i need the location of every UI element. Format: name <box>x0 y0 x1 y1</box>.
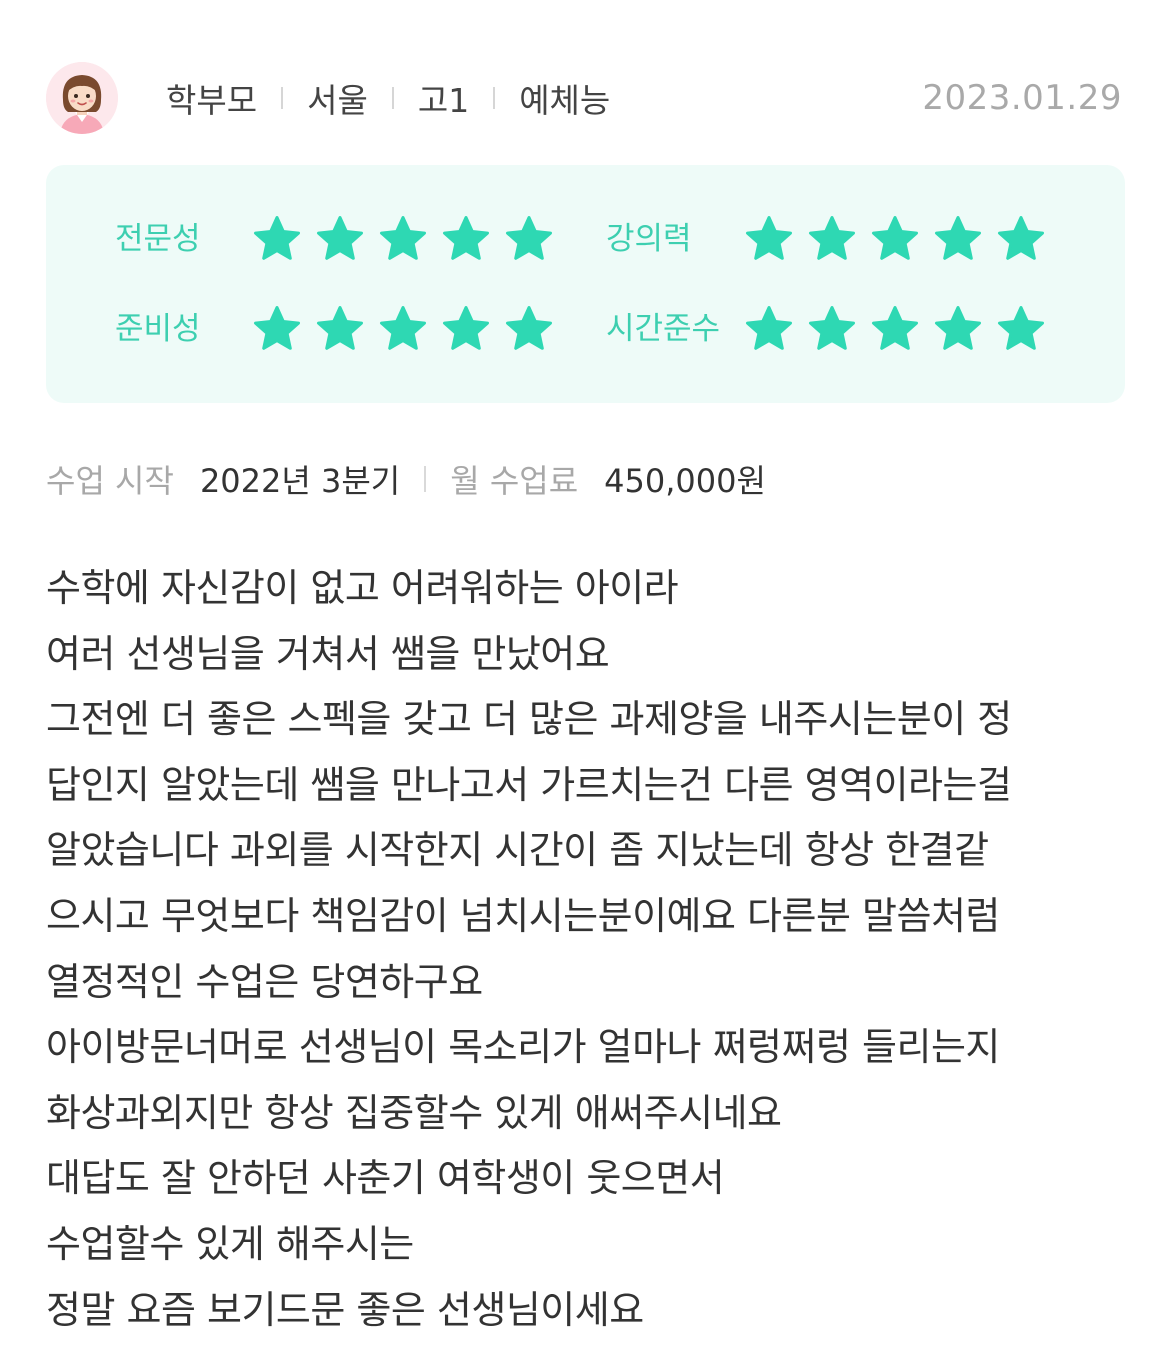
review-line: 수업할수 있게 해주시는 <box>46 1221 414 1266</box>
star-icon <box>441 214 491 264</box>
review-line: 알았습니다 과외를 시작한지 시간이 좀 지났는데 항상 한결같 <box>46 828 989 873</box>
rating-stars-preparation <box>252 304 567 354</box>
rating-stars-expertise <box>252 214 567 264</box>
reviewer-region: 서울 <box>307 81 368 120</box>
review-line: 대답도 잘 안하던 사춘기 여학생이 웃으면서 <box>46 1156 725 1201</box>
lesson-start-value: 2022년 3분기 <box>199 462 401 500</box>
review-line: 여러 선생님을 거쳐서 쌤을 만났어요 <box>46 631 610 676</box>
review-line: 으시고 무엇보다 책임감이 넘치시는분이예요 다른분 말씀처럼 <box>46 893 1000 938</box>
star-icon <box>744 304 794 354</box>
lesson-info: 수업 시작 2022년 3분기 월 수업료 450,000원 <box>46 455 766 503</box>
rating-label-teaching: 강의력 <box>606 221 692 257</box>
star-icon <box>252 304 302 354</box>
star-icon <box>807 214 857 264</box>
star-icon <box>504 304 554 354</box>
rating-label-preparation: 준비성 <box>115 311 201 347</box>
review-line: 정말 요즘 보기드문 좋은 선생님이세요 <box>46 1287 644 1332</box>
star-icon <box>933 214 983 264</box>
rating-panel: 전문성 강의력 준비성 시간준수 <box>46 165 1125 403</box>
star-icon <box>441 304 491 354</box>
star-icon <box>996 304 1046 354</box>
star-icon <box>378 304 428 354</box>
monthly-fee-label: 월 수업료 <box>450 462 579 500</box>
star-icon <box>870 214 920 264</box>
monthly-fee-value: 450,000원 <box>604 462 766 500</box>
star-icon <box>996 214 1046 264</box>
lesson-subject: 예체능 <box>519 81 611 120</box>
rating-stars-punctuality <box>744 304 1059 354</box>
review-line: 그전엔 더 좋은 스펙을 갖고 더 많은 과제양을 내주시는분이 정 <box>46 697 1012 742</box>
review-line: 열정적인 수업은 당연하구요 <box>46 959 483 1004</box>
star-icon <box>870 304 920 354</box>
star-icon <box>807 304 857 354</box>
meta-divider <box>391 87 394 109</box>
rating-stars-teaching <box>744 214 1059 264</box>
meta-divider <box>493 87 496 109</box>
star-icon <box>252 214 302 264</box>
review-body: 수학에 자신감이 없고 어려워하는 아이라 여러 선생님을 거쳐서 쌤을 만났어… <box>46 556 1136 1343</box>
review-line: 화상과외지만 항상 집중할수 있게 애써주시네요 <box>46 1090 782 1135</box>
star-icon <box>315 214 365 264</box>
parent-avatar-icon <box>46 62 118 134</box>
meta-divider <box>281 87 284 109</box>
star-icon <box>378 214 428 264</box>
star-icon <box>933 304 983 354</box>
lesson-start-label: 수업 시작 <box>46 462 174 500</box>
info-divider <box>424 466 427 492</box>
student-grade: 고1 <box>417 81 470 120</box>
review-line: 아이방문너머로 선생님이 목소리가 얼마나 쩌렁쩌렁 들리는지 <box>46 1025 1000 1070</box>
review-line: 수학에 자신감이 없고 어려워하는 아이라 <box>46 566 679 610</box>
reviewer-meta: 학부모 서울 고1 예체능 <box>166 76 610 120</box>
star-icon <box>315 304 365 354</box>
reviewer-role: 학부모 <box>166 81 258 120</box>
review-date: 2023.01.29 <box>922 78 1122 118</box>
review-card: 학부모 서울 고1 예체능 2023.01.29 전문성 강의력 준비성 시간준… <box>0 0 1170 1372</box>
rating-label-punctuality: 시간준수 <box>606 311 721 347</box>
rating-label-expertise: 전문성 <box>115 221 201 257</box>
star-icon <box>504 214 554 264</box>
review-line: 답인지 알았는데 쌤을 만나고서 가르치는건 다른 영역이라는걸 <box>46 762 1012 807</box>
star-icon <box>744 214 794 264</box>
